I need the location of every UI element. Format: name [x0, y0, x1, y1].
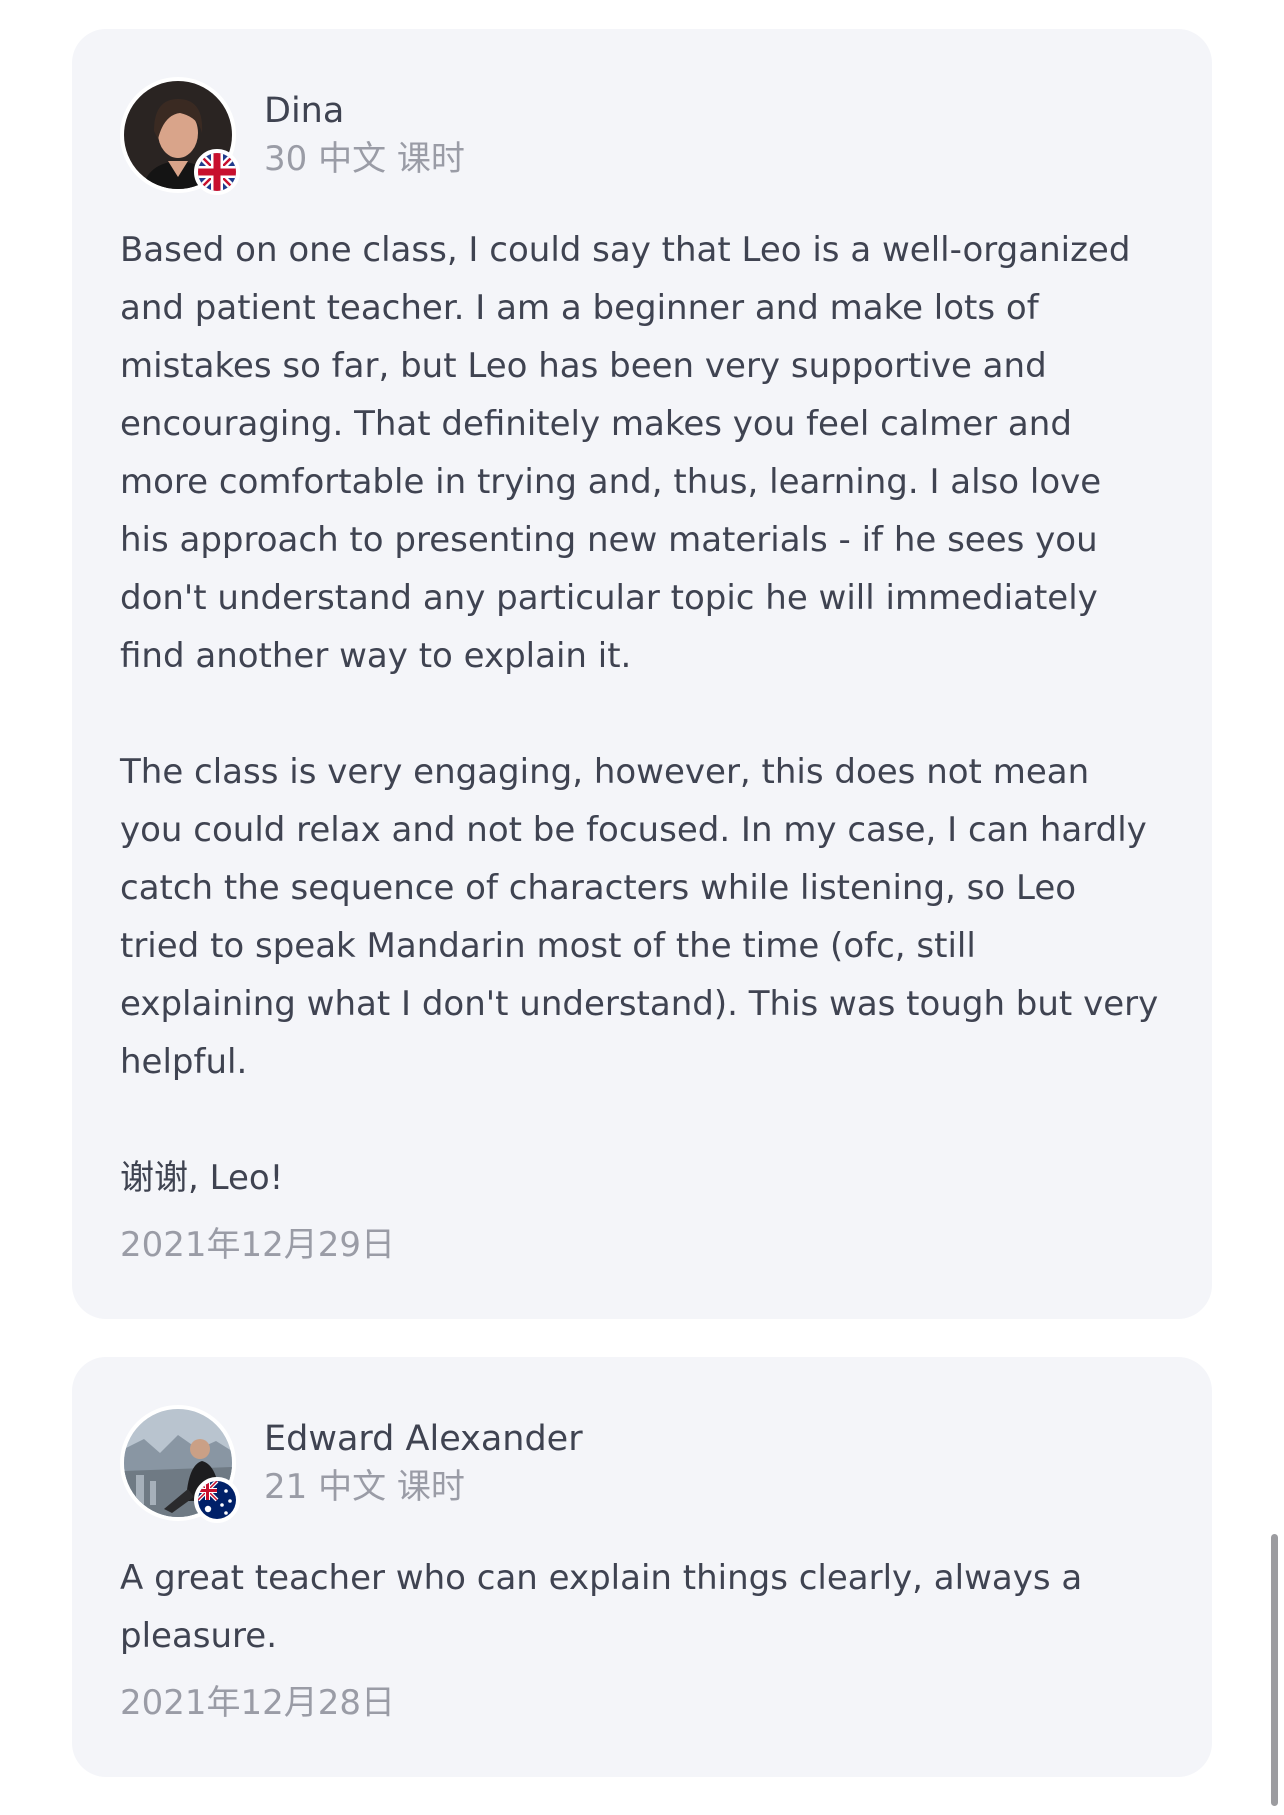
australia-flag-icon: [194, 1477, 240, 1523]
review-header: Edward Alexander 21 中文 课时: [120, 1405, 1164, 1523]
review-card: Edward Alexander 21 中文 课时 A great teache…: [72, 1357, 1212, 1777]
reviewer-avatar[interactable]: [120, 77, 240, 195]
lesson-count: 21 中文 课时: [264, 1467, 465, 1507]
reviewer-avatar[interactable]: [120, 1405, 240, 1523]
review-header: Dina 30 中文 课时: [120, 77, 1164, 195]
review-card: Dina 30 中文 课时 Based on one class, I coul…: [72, 29, 1212, 1319]
reviews-list: Dina 30 中文 课时 Based on one class, I coul…: [72, 29, 1212, 1815]
reviewer-name[interactable]: Edward Alexander: [264, 1415, 583, 1463]
reviewer-info: Dina 30 中文 课时: [264, 87, 465, 183]
reviewer-name[interactable]: Dina: [264, 87, 465, 135]
uk-flag-icon: [194, 149, 240, 195]
review-date: 2021年12月28日: [120, 1683, 396, 1723]
lesson-count: 30 中文 课时: [264, 139, 465, 179]
review-date: 2021年12月29日: [120, 1225, 396, 1265]
review-text: A great teacher who can explain things c…: [120, 1558, 1094, 1656]
scrollbar[interactable]: [1271, 1534, 1278, 1806]
review-text: Based on one class, I could say that Leo…: [120, 230, 1159, 1198]
reviewer-info: Edward Alexander 21 中文 课时: [264, 1415, 583, 1511]
